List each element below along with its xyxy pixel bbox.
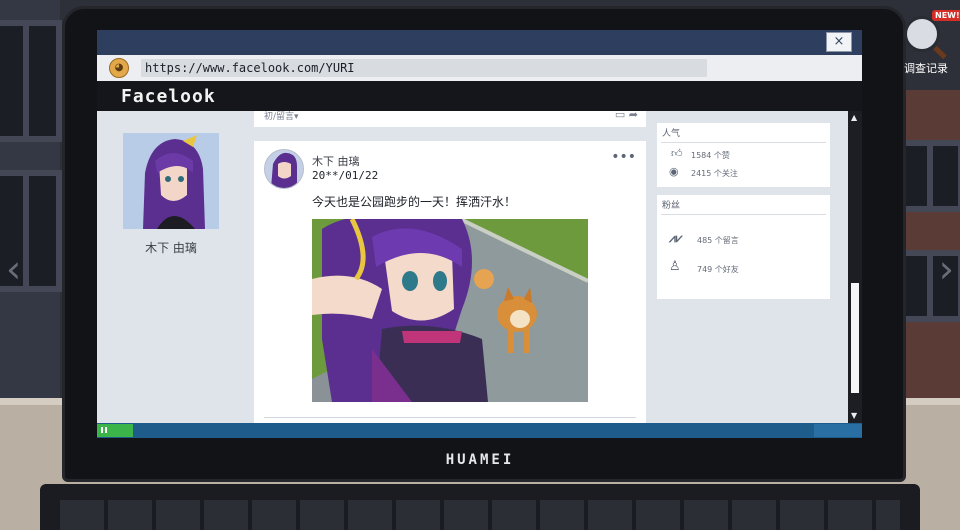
panel-divider [661, 214, 826, 215]
profile-picture[interactable] [123, 133, 219, 229]
jogging-selfie-image [312, 219, 588, 402]
fans-title: 粉丝 [662, 201, 681, 211]
doge-favicon-icon: ◕ [109, 58, 129, 78]
post-date: 20**/01/22 [312, 169, 379, 182]
comment-icon[interactable]: ▭ [615, 111, 625, 121]
new-badge: NEW! [932, 10, 960, 21]
post-footer-text[interactable]: 初/留言▾ [264, 111, 299, 122]
laptop-screen: × ◕ https://www.facelook.com/YURI Facelo… [97, 30, 862, 438]
popularity-title: 人气 [662, 129, 681, 139]
page-content: 木下 由璃 初/留言▾ ▭ ➦ 木下 由璃 20**/01/22 ••• 今天也… [97, 111, 862, 423]
address-bar: ◕ https://www.facelook.com/YURI [97, 55, 862, 81]
investigation-log-label: 调查记录 [904, 62, 948, 75]
thumbs-up-icon: 👍︎ [671, 147, 683, 160]
site-header: Facelook [97, 81, 862, 111]
fans-panel: 粉丝 ⩘⩗ 485 个留言 ♙ 749 个好友 [657, 195, 830, 299]
next-arrow-icon[interactable]: › [939, 250, 954, 288]
more-options-icon[interactable]: ••• [611, 149, 636, 165]
post-photo[interactable] [312, 219, 588, 402]
person-icon: ♙ [669, 259, 681, 274]
post-card: 木下 由璃 20**/01/22 ••• 今天也是公园跑步的一天！挥洒汗水！ [254, 141, 646, 423]
profile-portrait-image [123, 133, 219, 229]
panel-divider [661, 142, 826, 143]
laptop-brand: HUAMEI [445, 452, 515, 468]
start-button[interactable] [97, 424, 133, 437]
game-scene: ‹ › HUAMEI × ◕ https://www.facelook.com/… [0, 0, 960, 530]
taskbar [97, 423, 862, 438]
popularity-panel: 人气 👍︎ 1584 个赞 ◉ 2415 个关注 [657, 123, 830, 187]
scroll-up-arrow-icon[interactable]: ▲ [851, 113, 857, 122]
url-field[interactable]: https://www.facelook.com/YURI [141, 59, 707, 77]
scroll-down-arrow-icon[interactable]: ▼ [851, 411, 857, 420]
magnifier-icon [904, 16, 940, 52]
follows-count: 2415 个关注 [691, 169, 738, 178]
scroll-thumb[interactable] [851, 283, 859, 393]
share-icon[interactable]: ➦ [629, 111, 638, 121]
browser-titlebar: × [97, 30, 862, 55]
post-divider [264, 417, 636, 418]
profile-name: 木下 由璃 [145, 241, 197, 255]
avatar-image [265, 150, 303, 188]
page-scrollbar[interactable]: ▲ ▼ [848, 111, 862, 423]
post-author[interactable]: 木下 由璃 [312, 153, 360, 169]
likes-count: 1584 个赞 [691, 151, 730, 160]
previous-post-footer: 初/留言▾ ▭ ➦ [254, 111, 646, 127]
post-text: 今天也是公园跑步的一天！挥洒汗水！ [312, 195, 517, 209]
comments-count: 485 个留言 [697, 236, 739, 245]
post-footer-icons: ▭ ➦ [615, 111, 638, 121]
avatar[interactable] [264, 149, 304, 189]
laptop-keyboard [60, 500, 900, 530]
friends-count: 749 个好友 [697, 265, 739, 274]
system-tray [814, 424, 862, 437]
background-window [0, 20, 62, 142]
close-button[interactable]: × [826, 32, 852, 52]
investigation-log-button[interactable]: NEW! 调查记录 [898, 10, 960, 76]
previous-arrow-icon[interactable]: ‹ [6, 250, 21, 288]
eye-icon: ◉ [669, 165, 679, 178]
comments-icon: ⩘⩗ [669, 231, 683, 245]
site-logo[interactable]: Facelook [121, 86, 216, 107]
